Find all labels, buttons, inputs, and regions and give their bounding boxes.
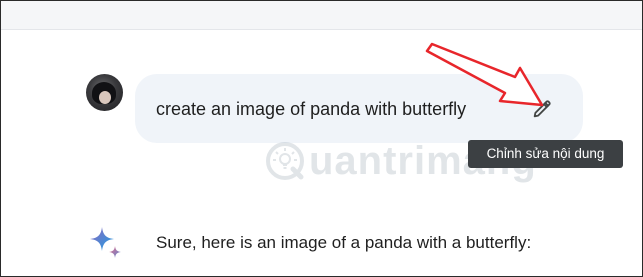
top-bar: [1, 1, 642, 30]
chat-window: create an image of panda with butterfly …: [0, 0, 643, 277]
watermark-logo-icon: [266, 142, 304, 180]
avatar-face: [99, 91, 111, 104]
assistant-response-text: Sure, here is an image of a panda with a…: [156, 233, 532, 252]
pencil-icon: [533, 100, 551, 118]
gemini-sparkle-icon: [90, 227, 121, 258]
user-avatar[interactable]: [86, 74, 123, 111]
edit-prompt-button[interactable]: [525, 92, 559, 126]
user-prompt-text: create an image of panda with butterfly: [156, 99, 467, 119]
edit-tooltip: Chỉnh sửa nội dung: [468, 140, 623, 168]
